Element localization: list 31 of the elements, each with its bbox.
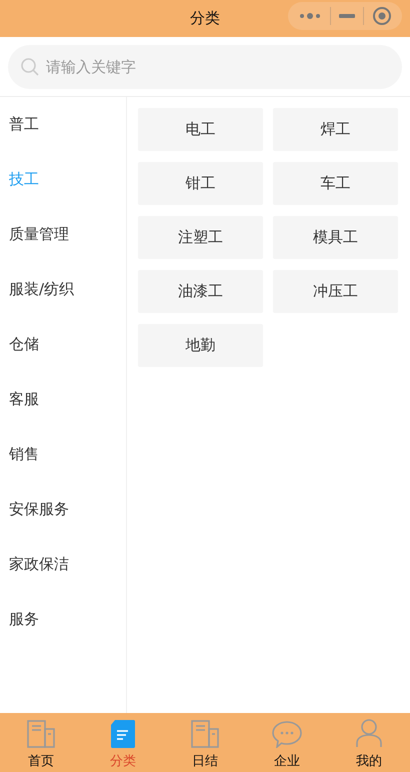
search-field[interactable]: 请输入关键字 [8,45,402,89]
subcategory-button[interactable]: 电工 [138,108,263,151]
category-item[interactable]: 服务 [0,592,126,647]
tab[interactable]: 企业 [246,713,328,772]
category-item[interactable]: 客服 [0,372,126,427]
subcategory-button[interactable]: 冲压工 [273,270,398,313]
more-icon[interactable] [298,11,322,21]
subcategory-button[interactable]: 模具工 [273,216,398,259]
person-icon [356,718,382,748]
document-icon [191,720,219,748]
window-title: 分类 [190,9,220,28]
chat-icon [272,720,302,748]
subcategory-button[interactable]: 注塑工 [138,216,263,259]
category-item[interactable]: 安保服务 [0,482,126,537]
tab[interactable]: 首页 [0,713,82,772]
subcategory-button[interactable]: 焊工 [273,108,398,151]
category-item[interactable]: 销售 [0,427,126,482]
subcategory-button[interactable]: 地勤 [138,324,263,367]
category-item[interactable]: 服装/纺织 [0,262,126,317]
category-item[interactable]: 普工 [0,97,126,152]
category-item[interactable]: 仓储 [0,317,126,372]
subcategory-button[interactable]: 车工 [273,162,398,205]
document-icon [111,720,135,748]
tab[interactable]: 日结 [164,713,246,772]
subcategory-button[interactable]: 钳工 [138,162,263,205]
close-icon[interactable] [372,6,392,26]
subcategory-button[interactable]: 油漆工 [138,270,263,313]
tab[interactable]: 我的 [328,713,410,772]
category-item[interactable]: 质量管理 [0,207,126,262]
category-item[interactable]: 家政保洁 [0,537,126,592]
document-icon [27,720,55,748]
